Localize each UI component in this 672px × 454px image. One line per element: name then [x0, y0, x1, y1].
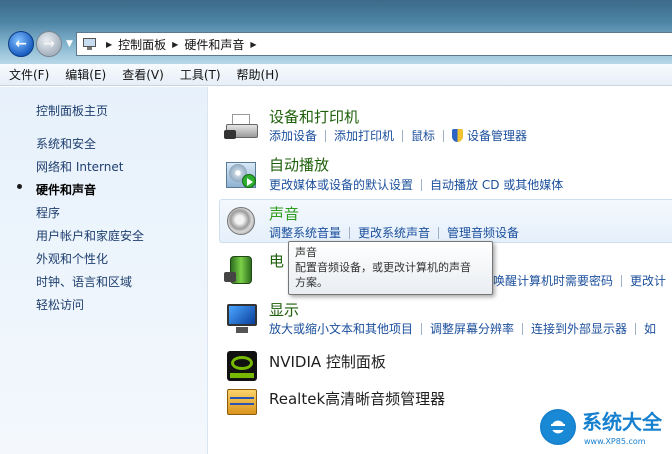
- category-links: 更改媒体或设备的默认设置 自动播放 CD 或其他媒体: [269, 176, 563, 193]
- arrow-left-icon: ←: [15, 36, 27, 52]
- menu-help[interactable]: 帮助(H): [228, 66, 286, 83]
- realtek-icon[interactable]: [224, 385, 260, 419]
- forward-button[interactable]: →: [36, 31, 62, 57]
- sidebar-item-network[interactable]: 网络和 Internet: [36, 158, 123, 175]
- sidebar-home[interactable]: 控制面板主页: [36, 102, 108, 119]
- more-display-link[interactable]: 如: [644, 320, 656, 337]
- back-button[interactable]: ←: [8, 31, 34, 57]
- printer-icon[interactable]: [224, 110, 260, 144]
- adjust-volume-link[interactable]: 调整系统音量: [269, 224, 341, 241]
- chevron-right-icon[interactable]: ▶: [172, 40, 178, 49]
- text-size-link[interactable]: 放大或缩小文本和其他项目: [269, 320, 413, 337]
- display-icon[interactable]: [224, 301, 260, 335]
- category-links: 唤醒计算机时需要密码 更改计: [493, 272, 666, 289]
- category-links: 调整系统音量 更改系统声音 管理音频设备: [269, 224, 519, 241]
- sidebar-item-hardware-sound: 硬件和声音: [36, 183, 97, 197]
- category-title[interactable]: 声音: [269, 203, 299, 224]
- chevron-right-icon[interactable]: ▶: [106, 40, 112, 49]
- autoplay-icon[interactable]: [224, 156, 260, 190]
- breadcrumb-control-panel[interactable]: 控制面板: [118, 36, 166, 53]
- chevron-right-icon[interactable]: ▶: [250, 40, 256, 49]
- add-printer-link[interactable]: 添加打印机: [334, 127, 394, 144]
- wake-password-link[interactable]: 唤醒计算机时需要密码: [493, 272, 613, 289]
- watermark: 系统大全 www.XP85.com: [538, 401, 672, 454]
- add-device-link[interactable]: 添加设备: [269, 127, 317, 144]
- mouse-link[interactable]: 鼠标: [411, 127, 435, 144]
- category-links: 添加设备 添加打印机 鼠标 设备管理器: [269, 127, 527, 144]
- watermark-logo-icon: [538, 407, 578, 447]
- category-title[interactable]: Realtek高清晰音频管理器: [269, 388, 445, 409]
- tooltip: 声音 配置音频设备，或更改计算机的声音 方案。: [288, 241, 493, 295]
- sidebar-item-programs[interactable]: 程序: [36, 204, 60, 221]
- menu-edit[interactable]: 编辑(E): [56, 66, 113, 83]
- power-icon[interactable]: [224, 252, 260, 286]
- category-title[interactable]: NVIDIA 控制面板: [269, 351, 386, 372]
- autoplay-cd-link[interactable]: 自动播放 CD 或其他媒体: [430, 176, 563, 193]
- manage-audio-devices-link[interactable]: 管理音频设备: [447, 224, 519, 241]
- sidebar-item-clock-region[interactable]: 时钟、语言和区域: [36, 273, 132, 290]
- speaker-icon[interactable]: [224, 203, 260, 237]
- change-default-settings-link[interactable]: 更改媒体或设备的默认设置: [269, 176, 413, 193]
- nvidia-icon[interactable]: [224, 349, 260, 383]
- sidebar-item-user-accounts[interactable]: 用户帐户和家庭安全: [36, 227, 144, 244]
- address-bar: ← → ▼ ▶ 控制面板 ▶ 硬件和声音 ▶: [0, 0, 672, 64]
- address-field[interactable]: ▶ 控制面板 ▶ 硬件和声音 ▶: [76, 32, 672, 56]
- active-bullet-icon: [17, 184, 22, 189]
- watermark-brand: 系统大全: [582, 410, 662, 434]
- screen-resolution-link[interactable]: 调整屏幕分辨率: [430, 320, 514, 337]
- menu-bar: 文件(F) 编辑(E) 查看(V) 工具(T) 帮助(H): [0, 64, 672, 86]
- tooltip-text-line2: 方案。: [295, 276, 328, 289]
- sidebar-item-appearance[interactable]: 外观和个性化: [36, 250, 108, 267]
- change-power-link[interactable]: 更改计: [630, 272, 666, 289]
- menu-view[interactable]: 查看(V): [113, 66, 171, 83]
- sidebar-item-ease-of-access[interactable]: 轻松访问: [36, 296, 84, 313]
- sidebar-item-system-security[interactable]: 系统和安全: [36, 135, 96, 152]
- tooltip-title: 声音: [295, 246, 317, 259]
- menu-tools[interactable]: 工具(T): [171, 66, 228, 83]
- category-title[interactable]: 显示: [269, 299, 299, 320]
- category-title[interactable]: 设备和打印机: [269, 106, 359, 127]
- menu-file[interactable]: 文件(F): [0, 66, 56, 83]
- tooltip-text-line1: 配置音频设备，或更改计算机的声音: [295, 261, 471, 274]
- uac-shield-icon: [452, 129, 464, 142]
- watermark-url: www.XP85.com: [584, 437, 646, 446]
- device-manager-link[interactable]: 设备管理器: [467, 127, 527, 144]
- recent-pages-dropdown[interactable]: ▼: [66, 39, 73, 49]
- arrow-right-icon: →: [43, 36, 55, 52]
- breadcrumb-hardware-sound[interactable]: 硬件和声音: [184, 36, 244, 53]
- control-panel-icon: [82, 37, 100, 51]
- sidebar: 控制面板主页 系统和安全 网络和 Internet 硬件和声音 程序 用户帐户和…: [0, 87, 208, 454]
- category-title[interactable]: 电: [269, 250, 284, 271]
- category-title[interactable]: 自动播放: [269, 154, 329, 175]
- external-display-link[interactable]: 连接到外部显示器: [531, 320, 627, 337]
- change-sounds-link[interactable]: 更改系统声音: [358, 224, 430, 241]
- category-links: 放大或缩小文本和其他项目 调整屏幕分辨率 连接到外部显示器 如: [269, 320, 656, 337]
